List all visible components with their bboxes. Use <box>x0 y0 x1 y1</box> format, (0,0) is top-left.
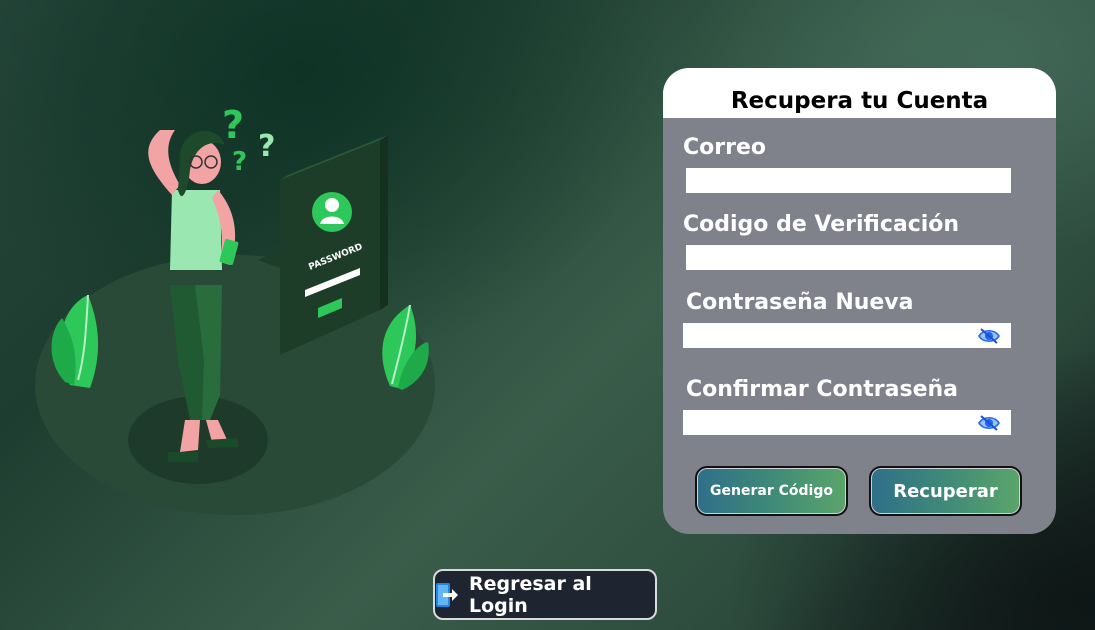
recover-account-card: Recupera tu Cuenta Correo Codigo de Veri… <box>663 68 1056 534</box>
exit-arrow-icon <box>435 582 459 608</box>
verification-code-field[interactable] <box>686 245 1011 270</box>
confused-user-illustration: PASSWORD ? ? ? <box>30 90 450 530</box>
svg-text:?: ? <box>222 103 244 147</box>
recover-button[interactable]: Recuperar <box>869 466 1022 516</box>
new-password-field[interactable] <box>683 323 1011 348</box>
back-to-login-button[interactable]: Regresar al Login <box>433 569 657 620</box>
confirm-password-label: Confirmar Contraseña <box>686 377 959 402</box>
generate-code-button[interactable]: Generar Código <box>695 466 848 516</box>
back-to-login-label: Regresar al Login <box>469 572 592 617</box>
toggle-visibility-eye-icon[interactable] <box>977 413 1001 433</box>
email-field[interactable] <box>686 168 1011 193</box>
verification-code-label: Codigo de Verificación <box>683 212 960 237</box>
email-label: Correo <box>683 135 766 160</box>
card-header: Recupera tu Cuenta <box>663 68 1056 118</box>
svg-text:?: ? <box>232 147 247 177</box>
card-title: Recupera tu Cuenta <box>730 88 989 114</box>
svg-text:?: ? <box>258 129 275 164</box>
confirm-password-field[interactable] <box>683 410 1011 435</box>
new-password-label: Contraseña Nueva <box>686 290 914 315</box>
toggle-visibility-eye-icon[interactable] <box>977 326 1001 346</box>
